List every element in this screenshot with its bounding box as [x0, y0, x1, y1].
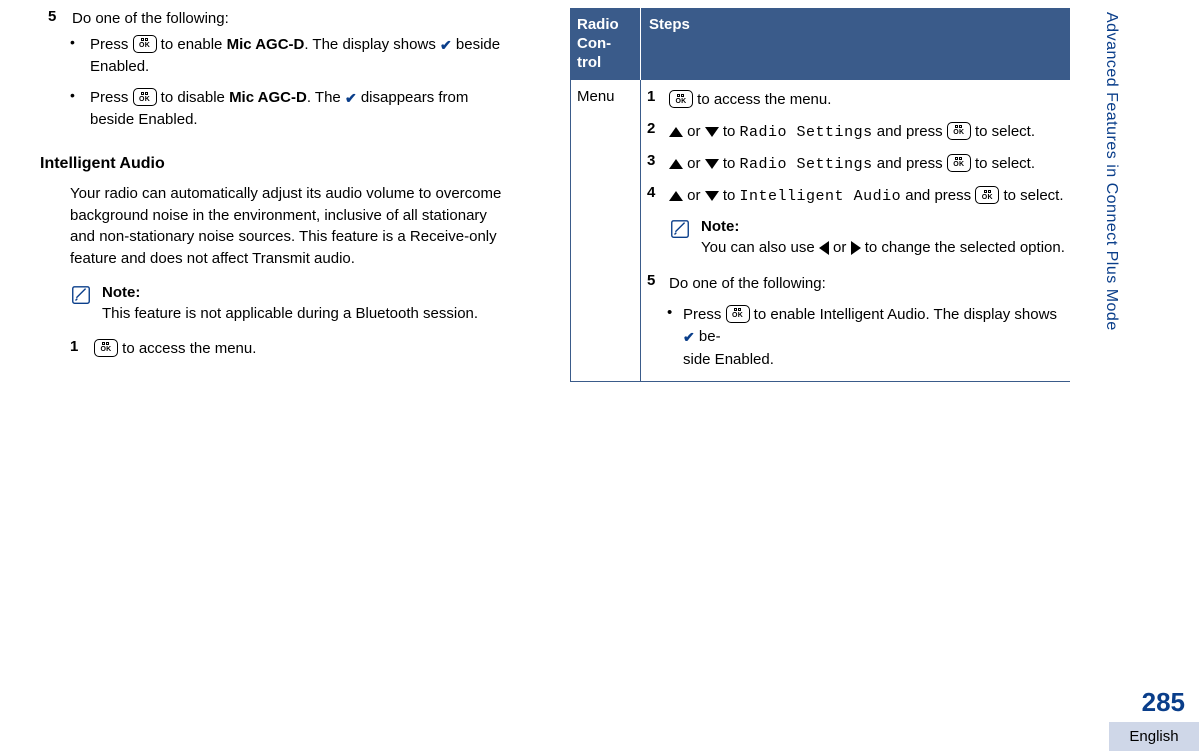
step-number: 1	[647, 88, 669, 111]
step-number: 5	[647, 272, 669, 295]
table-header-steps: Steps	[641, 8, 1070, 80]
step-text: or to Intelligent Audio and press OK to …	[669, 184, 1068, 208]
ok-button-icon: OK	[726, 305, 750, 323]
bullet-marker: •	[667, 304, 683, 372]
bullet-marker: •	[70, 34, 90, 78]
step-number: 2	[647, 120, 669, 144]
check-icon: ✔	[440, 35, 452, 55]
steps-table: Radio Con- trol Steps Menu 1 OK to acces…	[570, 8, 1070, 382]
step-text: OK to access the menu.	[669, 88, 1068, 111]
note-body: You can also use or to change the select…	[701, 237, 1068, 258]
language-label: English	[1109, 722, 1199, 751]
step-text: Do one of the following:	[669, 272, 1068, 295]
bullet-body: Press OK to disable Mic AGC-D. The ✔ dis…	[90, 87, 510, 131]
step-number: 4	[647, 184, 669, 208]
paragraph: Your radio can automatically adjust its …	[70, 183, 510, 270]
ok-button-icon: OK	[133, 35, 157, 53]
ok-button-icon: OK	[975, 186, 999, 204]
check-icon: ✔	[345, 88, 357, 108]
ok-button-icon: OK	[94, 339, 118, 357]
section-heading: Intelligent Audio	[40, 155, 510, 173]
ok-button-icon: OK	[133, 88, 157, 106]
step-number: 3	[647, 152, 669, 176]
up-arrow-icon	[669, 159, 683, 169]
section-sidebar-label: Advanced Features in Connect Plus Mode	[1102, 12, 1120, 331]
page-number: 285	[1109, 687, 1185, 718]
step-text: OK to access the menu.	[94, 338, 510, 360]
note-icon	[70, 284, 92, 310]
up-arrow-icon	[669, 191, 683, 201]
note-icon	[669, 218, 691, 244]
up-arrow-icon	[669, 127, 683, 137]
down-arrow-icon	[705, 159, 719, 169]
note-title: Note:	[102, 282, 510, 303]
step-text: or to Radio Settings and press OK to sel…	[669, 152, 1068, 176]
bullet-body: Press OK to enable Mic AGC-D. The displa…	[90, 34, 510, 78]
ok-button-icon: OK	[947, 154, 971, 172]
bullet-body: Press OK to enable Intelligent Audio. Th…	[683, 304, 1068, 372]
check-icon: ✔	[683, 327, 695, 348]
table-cell-menu: Menu	[571, 80, 641, 381]
left-arrow-icon	[819, 241, 829, 255]
step-number: 5	[48, 8, 56, 25]
down-arrow-icon	[705, 191, 719, 201]
ok-button-icon: OK	[947, 122, 971, 140]
note-body: This feature is not applicable during a …	[102, 303, 510, 324]
step-text: or to Radio Settings and press OK to sel…	[669, 120, 1068, 144]
right-arrow-icon	[851, 241, 861, 255]
step-text: Do one of the following:	[72, 8, 510, 30]
table-header-radio-control: Radio Con- trol	[571, 8, 641, 80]
ok-button-icon: OK	[669, 90, 693, 108]
down-arrow-icon	[705, 127, 719, 137]
step-number: 1	[70, 338, 78, 355]
bullet-marker: •	[70, 87, 90, 131]
note-title: Note:	[701, 216, 1068, 237]
